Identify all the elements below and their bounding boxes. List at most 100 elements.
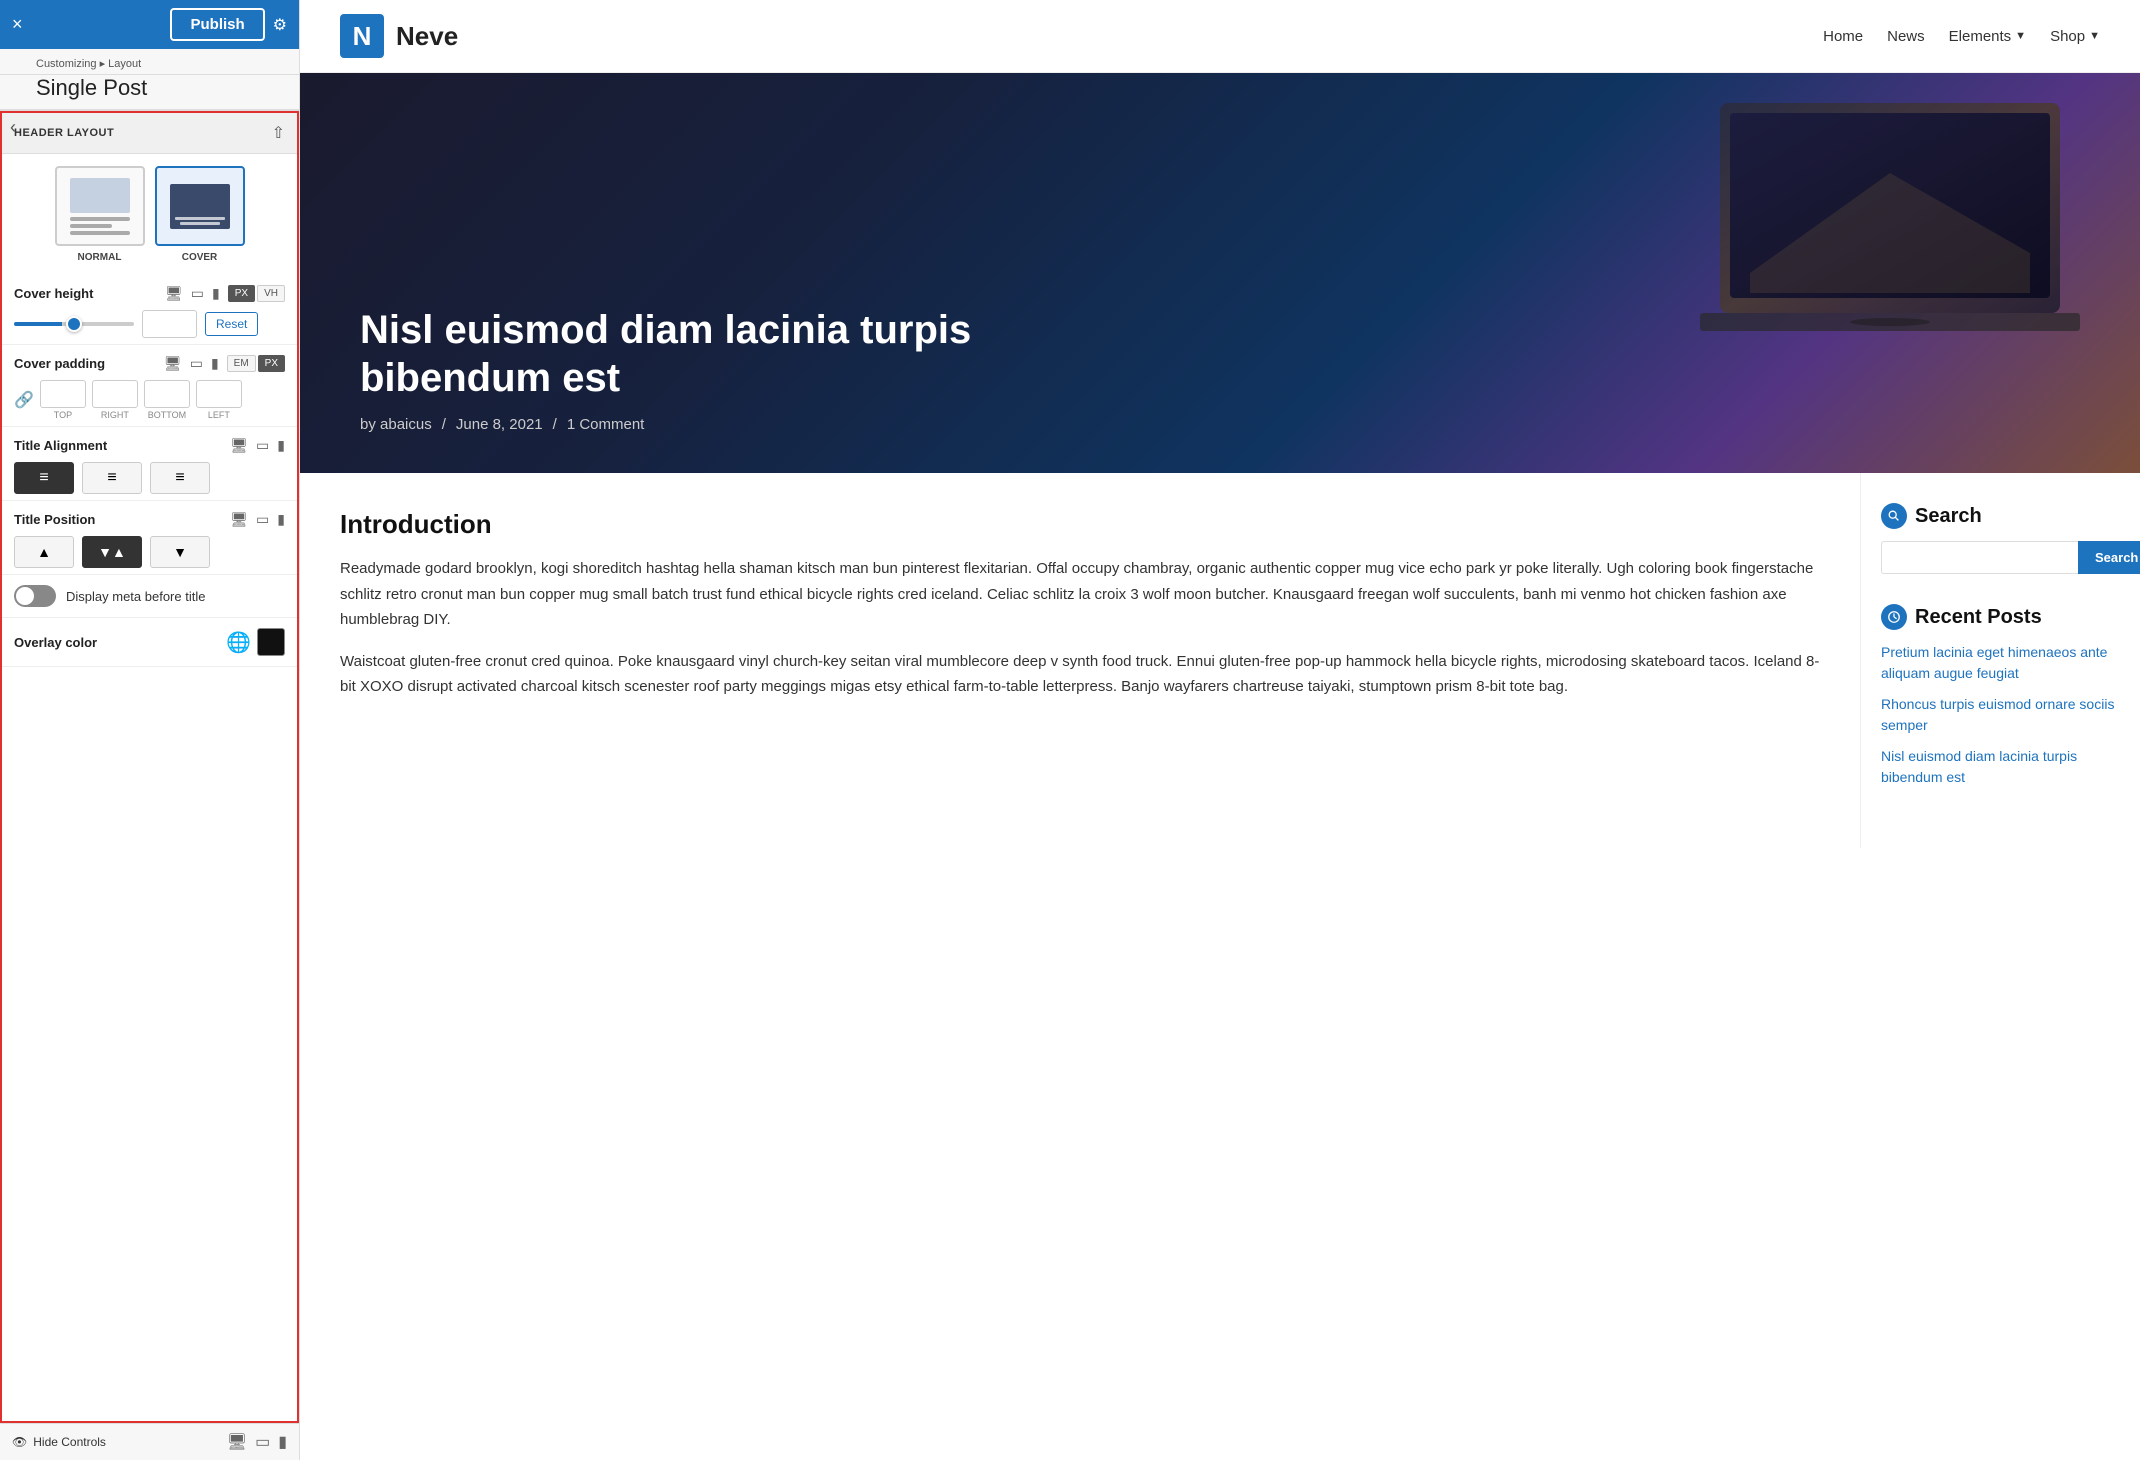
- header-layout-toggle[interactable]: ⇧: [272, 123, 285, 143]
- hero-cover-content: Nisl euismod diam lacinia turpis bibendu…: [300, 266, 1120, 473]
- header-layout-label: HEADER LAYOUT: [14, 127, 114, 139]
- hero-laptop-image: [1700, 93, 2080, 333]
- search-widget-title-row: Search: [1881, 503, 2120, 529]
- cover-height-slider[interactable]: [14, 322, 134, 326]
- padding-left-input[interactable]: 40: [196, 380, 242, 408]
- site-nav: Home News Elements ▼ Shop ▼: [1823, 28, 2100, 45]
- search-widget: Search Search: [1881, 503, 2120, 574]
- recent-post-3[interactable]: Nisl euismod diam lacinia turpis bibendu…: [1881, 746, 2120, 788]
- tablet-icon-pos[interactable]: ▭: [256, 511, 269, 528]
- color-swatch[interactable]: [257, 628, 285, 656]
- mobile-icon[interactable]: ▮: [212, 285, 220, 302]
- breadcrumb: Customizing ▸ Layout: [0, 49, 299, 75]
- padding-bottom-input[interactable]: 60: [144, 380, 190, 408]
- unit-tabs: PX VH: [228, 285, 285, 302]
- desktop-icon[interactable]: 🖥: [165, 285, 183, 302]
- recent-posts-title: Recent Posts: [1915, 606, 2042, 629]
- cover-line: [175, 217, 225, 220]
- mobile-icon-padding[interactable]: ▮: [211, 355, 219, 372]
- settings-gear-button[interactable]: ⚙: [273, 15, 287, 35]
- position-row: ▲ ▼▲ ▼: [14, 536, 285, 568]
- padding-right-input[interactable]: 40: [92, 380, 138, 408]
- position-middle-button[interactable]: ▼▲: [82, 536, 142, 568]
- site-name: Neve: [396, 21, 458, 52]
- logo-letter: N: [353, 23, 372, 49]
- recent-icon: [1887, 610, 1901, 624]
- desktop-icon-align[interactable]: 🖥: [230, 437, 248, 454]
- unit-vh-tab[interactable]: VH: [257, 285, 285, 302]
- nav-shop[interactable]: Shop ▼: [2050, 28, 2100, 45]
- mobile-bottom-icon[interactable]: ▮: [278, 1432, 287, 1452]
- search-widget-title: Search: [1915, 505, 1982, 528]
- display-meta-toggle[interactable]: [14, 585, 56, 607]
- overlay-color-row: Overlay color 🌐: [2, 618, 297, 667]
- tablet-icon-padding[interactable]: ▭: [190, 355, 203, 372]
- back-button[interactable]: ‹: [10, 117, 16, 138]
- title-position-device-icons: 🖥 ▭ ▮: [230, 511, 285, 528]
- link-icon[interactable]: 🔗: [14, 390, 34, 410]
- padding-top-label: TOP: [54, 410, 72, 420]
- desktop-icon-padding[interactable]: 🖥: [164, 355, 182, 372]
- nav-elements[interactable]: Elements ▼: [1949, 28, 2026, 45]
- desktop-bottom-icon[interactable]: 🖥: [227, 1432, 247, 1452]
- hero-separator-2: /: [553, 416, 557, 433]
- hide-controls-button[interactable]: 👁 Hide Controls: [12, 1435, 106, 1449]
- padding-unit-tabs: EM PX: [227, 355, 285, 372]
- position-top-button[interactable]: ▲: [14, 536, 74, 568]
- padding-top-input[interactable]: 60: [40, 380, 86, 408]
- desktop-icon-pos[interactable]: 🖥: [230, 511, 248, 528]
- hero-title: Nisl euismod diam lacinia turpis bibendu…: [360, 306, 1060, 402]
- padding-left-field: 40 LEFT: [196, 380, 242, 420]
- padding-row: 🔗 60 TOP 40 RIGHT 60 BOTTOM 4: [14, 380, 285, 420]
- unit-px-tab-2[interactable]: PX: [258, 355, 285, 372]
- cover-height-reset-button[interactable]: Reset: [205, 312, 258, 336]
- position-bottom-button[interactable]: ▼: [150, 536, 210, 568]
- logo-icon: N: [340, 14, 384, 58]
- search-icon: [1887, 509, 1901, 523]
- title-alignment-label: Title Alignment: [14, 438, 107, 453]
- search-box: Search: [1881, 541, 2120, 574]
- color-globe-icon[interactable]: 🌐: [226, 630, 251, 655]
- cover-height-label-row: Cover height 🖥 ▭ ▮ PX VH: [14, 285, 285, 302]
- layout-box-cover: [155, 166, 245, 246]
- mobile-icon-pos[interactable]: ▮: [277, 511, 285, 528]
- align-center-button[interactable]: ≡: [82, 462, 142, 494]
- nav-news[interactable]: News: [1887, 28, 1925, 45]
- search-submit-button[interactable]: Search: [2078, 541, 2140, 574]
- layout-label-normal: NORMAL: [78, 252, 122, 263]
- layout-option-cover[interactable]: COVER: [155, 166, 245, 263]
- cover-height-input[interactable]: 400: [142, 310, 197, 338]
- tablet-icon[interactable]: ▭: [191, 285, 204, 302]
- nav-home[interactable]: Home: [1823, 28, 1863, 45]
- display-meta-label: Display meta before title: [66, 589, 205, 604]
- layout-option-normal[interactable]: NORMAL: [55, 166, 145, 263]
- search-widget-icon: [1881, 503, 1907, 529]
- unit-em-tab[interactable]: EM: [227, 355, 256, 372]
- recent-post-2[interactable]: Rhoncus turpis euismod ornare sociis sem…: [1881, 694, 2120, 736]
- mobile-icon-align[interactable]: ▮: [277, 437, 285, 454]
- title-alignment-label-row: Title Alignment 🖥 ▭ ▮: [14, 437, 285, 454]
- align-left-button[interactable]: ≡: [14, 462, 74, 494]
- tablet-icon-align[interactable]: ▭: [256, 437, 269, 454]
- hero-comments: 1 Comment: [567, 416, 645, 433]
- cover-padding-control: Cover padding 🖥 ▭ ▮ EM PX 🔗 60 TOP: [2, 345, 297, 427]
- bottom-device-icons: 🖥 ▭ ▮: [227, 1432, 287, 1452]
- align-right-button[interactable]: ≡: [150, 462, 210, 494]
- overlay-color-controls: 🌐: [226, 628, 285, 656]
- site-header: N Neve Home News Elements ▼ Shop ▼: [300, 0, 2140, 73]
- tablet-bottom-icon[interactable]: ▭: [255, 1432, 270, 1452]
- overlay-color-label: Overlay color: [14, 635, 97, 650]
- top-bar-left: ×: [12, 14, 23, 35]
- search-input[interactable]: [1881, 541, 2078, 574]
- header-layout-section: HEADER LAYOUT ⇧: [2, 113, 297, 154]
- panel-title: Single Post: [0, 75, 299, 110]
- padding-input-group: 60 TOP 40 RIGHT 60 BOTTOM 40 LEFT: [40, 380, 242, 420]
- sidebar: Search Search Recent Posts Pretium lacin…: [1860, 473, 2140, 848]
- close-button[interactable]: ×: [12, 14, 23, 35]
- title-position-control: Title Position 🖥 ▭ ▮ ▲ ▼▲ ▼: [2, 501, 297, 575]
- padding-right-label: RIGHT: [101, 410, 129, 420]
- publish-button[interactable]: Publish: [170, 8, 264, 41]
- unit-px-tab[interactable]: PX: [228, 285, 255, 302]
- recent-post-1[interactable]: Pretium lacinia eget himenaeos ante aliq…: [1881, 642, 2120, 684]
- hero-author: by abaicus: [360, 416, 432, 433]
